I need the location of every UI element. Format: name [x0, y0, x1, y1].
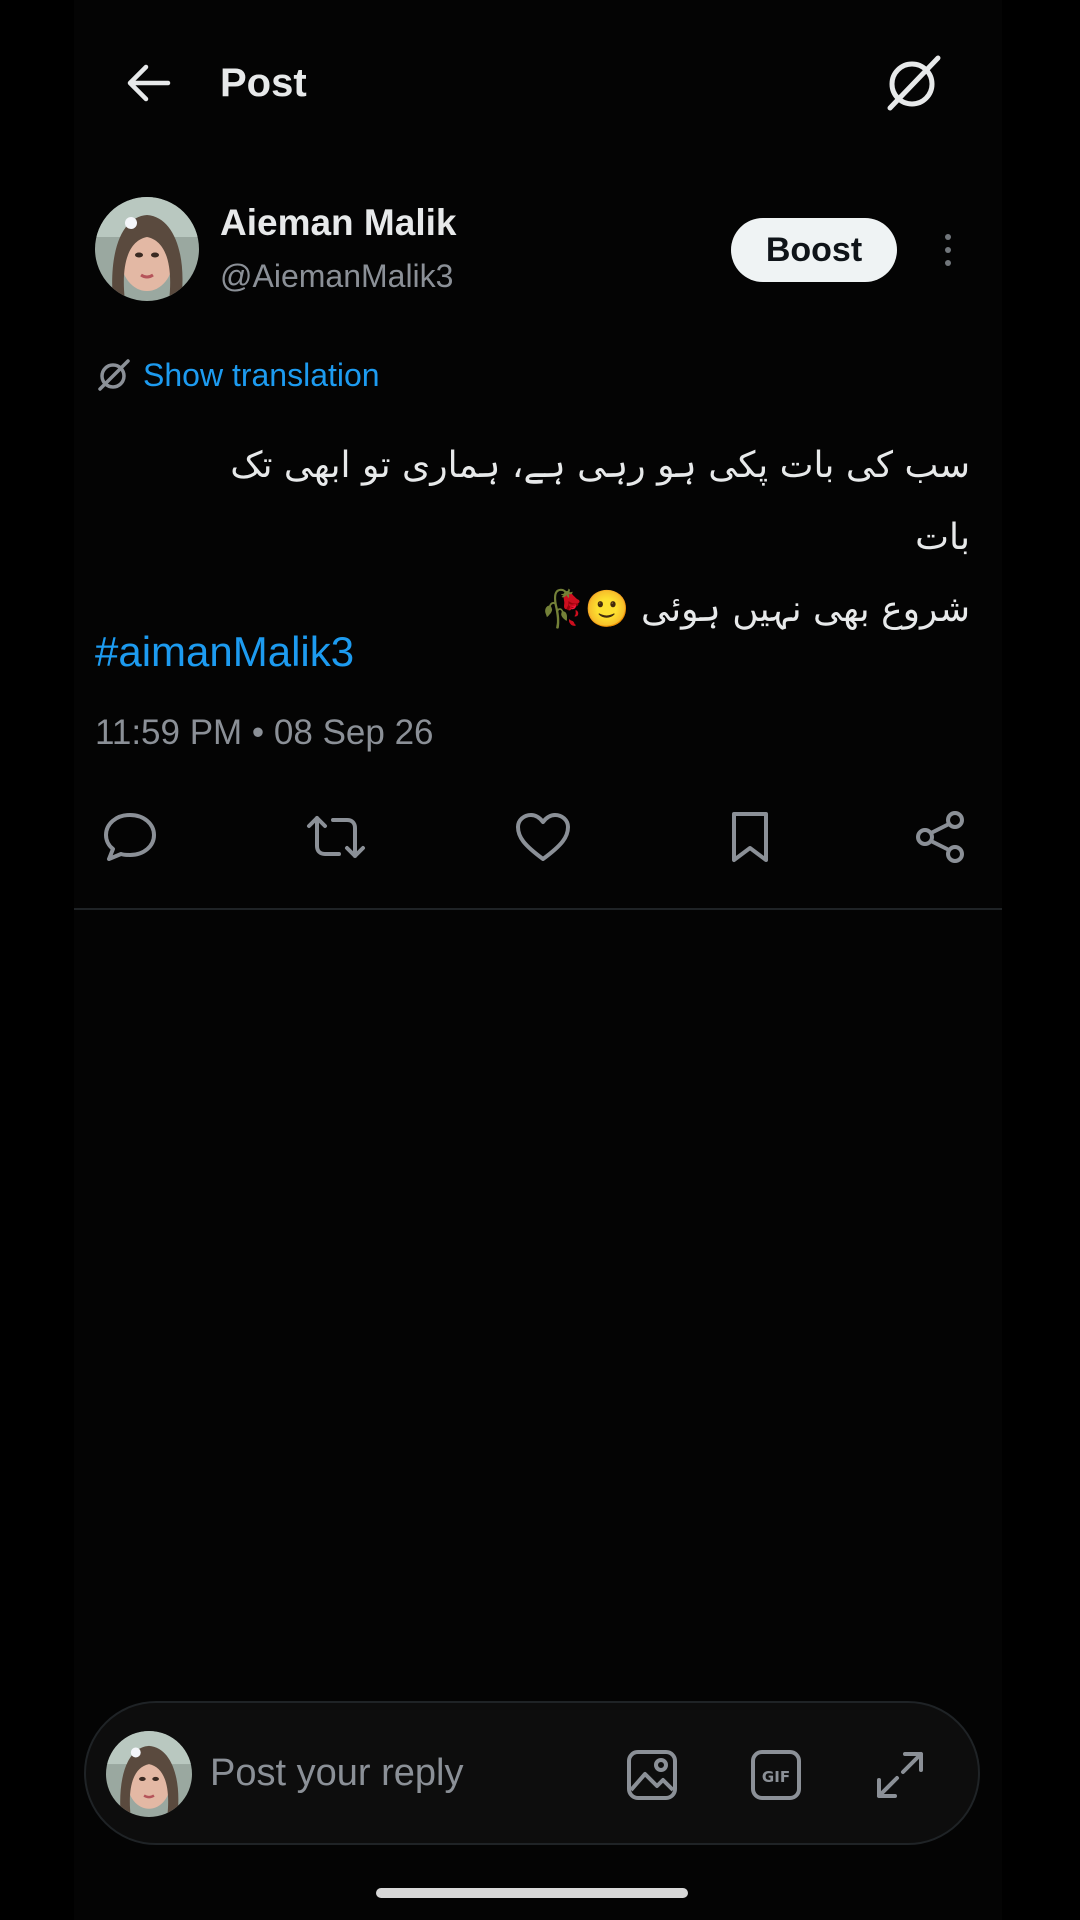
more-dot	[945, 247, 951, 253]
avatar-image	[95, 197, 199, 301]
home-indicator[interactable]	[376, 1888, 688, 1898]
hashtag-link[interactable]: #aimanMalik3	[95, 628, 354, 676]
reply-button[interactable]	[99, 806, 161, 868]
bookmark-icon	[732, 812, 768, 862]
author-handle[interactable]: @AiemanMalik3	[220, 258, 453, 295]
translate-button[interactable]	[880, 52, 948, 114]
repost-icon	[307, 816, 365, 858]
top-bar: Post	[74, 0, 1002, 165]
avatar-image	[106, 1731, 192, 1817]
add-gif-button[interactable]: GIF	[746, 1745, 806, 1805]
svg-text:GIF: GIF	[762, 1768, 790, 1786]
reply-composer: GIF	[84, 1701, 980, 1845]
gif-icon: GIF	[751, 1750, 801, 1800]
translate-icon	[98, 359, 130, 391]
translate-icon	[887, 55, 941, 111]
show-translation-link[interactable]: Show translation	[97, 352, 380, 398]
composer-avatar	[106, 1731, 192, 1817]
image-icon	[627, 1750, 677, 1800]
bookmark-button[interactable]	[719, 806, 781, 868]
back-button[interactable]	[118, 58, 178, 108]
author-name[interactable]: Aieman Malik	[220, 202, 456, 244]
expand-button[interactable]	[870, 1745, 930, 1805]
post-timestamp: 11:59 PM • 08 Sep 26	[95, 713, 434, 752]
reply-icon	[104, 813, 156, 861]
post-text-line: سب کی بات پکی ہو رہی ہے، ہماری تو ابھی ت…	[230, 445, 970, 558]
add-image-button[interactable]	[622, 1745, 682, 1805]
reply-input[interactable]	[210, 1743, 590, 1803]
expand-icon	[877, 1752, 923, 1798]
more-options-button[interactable]	[932, 228, 964, 272]
divider	[74, 908, 1002, 910]
show-translation-label: Show translation	[143, 356, 380, 393]
more-dot	[945, 260, 951, 266]
page-title: Post	[220, 61, 307, 105]
app-frame	[74, 0, 1002, 1920]
author-avatar[interactable]	[95, 197, 199, 301]
arrow-left-icon	[127, 64, 171, 102]
share-icon	[916, 811, 964, 863]
boost-button[interactable]: Boost	[731, 218, 897, 282]
share-button[interactable]	[909, 806, 971, 868]
post-text: سب کی بات پکی ہو رہی ہے، ہماری تو ابھی ت…	[180, 430, 970, 646]
post-actions	[95, 806, 971, 868]
like-button[interactable]	[512, 806, 574, 868]
more-dot	[945, 234, 951, 240]
repost-button[interactable]	[305, 806, 367, 868]
like-icon	[516, 813, 570, 861]
